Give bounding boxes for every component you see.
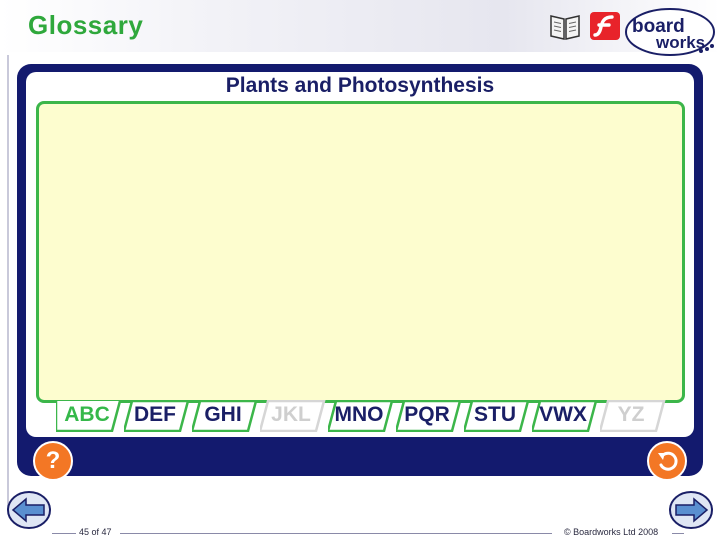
tab-pqr[interactable]: PQR [396, 400, 462, 432]
tab-def[interactable]: DEF [124, 400, 190, 432]
tab-label: MNO [334, 403, 384, 426]
tab-label: VWX [539, 403, 587, 426]
tab-label: ABC [64, 403, 110, 426]
tab-label: STU [474, 403, 516, 426]
tab-abc[interactable]: ABC [56, 400, 122, 432]
copyright-text: © Boardworks Ltd 2008 [564, 527, 659, 537]
tab-label: GHI [204, 403, 242, 426]
tab-yz: YZ [600, 400, 666, 432]
slide-number: 45 of 47 [79, 527, 112, 537]
help-button-label: ? [45, 447, 61, 474]
tab-stu[interactable]: STU [464, 400, 530, 432]
help-button[interactable]: ? [33, 441, 73, 481]
logo-text-works: works [655, 33, 705, 52]
tab-mno[interactable]: MNO [328, 400, 394, 432]
boardworks-logo: board works [625, 8, 715, 56]
tab-label: DEF [134, 403, 176, 426]
tab-ghi[interactable]: GHI [192, 400, 258, 432]
panel-title: Plants and Photosynthesis [225, 74, 495, 97]
return-arrow-icon [658, 451, 678, 471]
tab-jkl: JKL [260, 400, 326, 432]
footer-rule-middle [120, 533, 552, 534]
page-title: Glossary [28, 10, 144, 40]
footer-rule-right [672, 533, 684, 534]
arrow-left-icon[interactable] [6, 490, 52, 530]
header-icons [548, 10, 622, 42]
book-icon[interactable] [548, 10, 582, 42]
footer-rule-left [52, 533, 76, 534]
tab-vwx[interactable]: VWX [532, 400, 598, 432]
tab-label: PQR [404, 403, 450, 426]
glossary-content-area [36, 101, 685, 403]
tab-label: YZ [617, 403, 645, 426]
left-rule [7, 55, 9, 510]
return-button[interactable] [647, 441, 687, 481]
arrow-right-icon[interactable] [668, 490, 714, 530]
flash-icon[interactable] [588, 10, 622, 42]
tab-label: JKL [271, 403, 311, 426]
